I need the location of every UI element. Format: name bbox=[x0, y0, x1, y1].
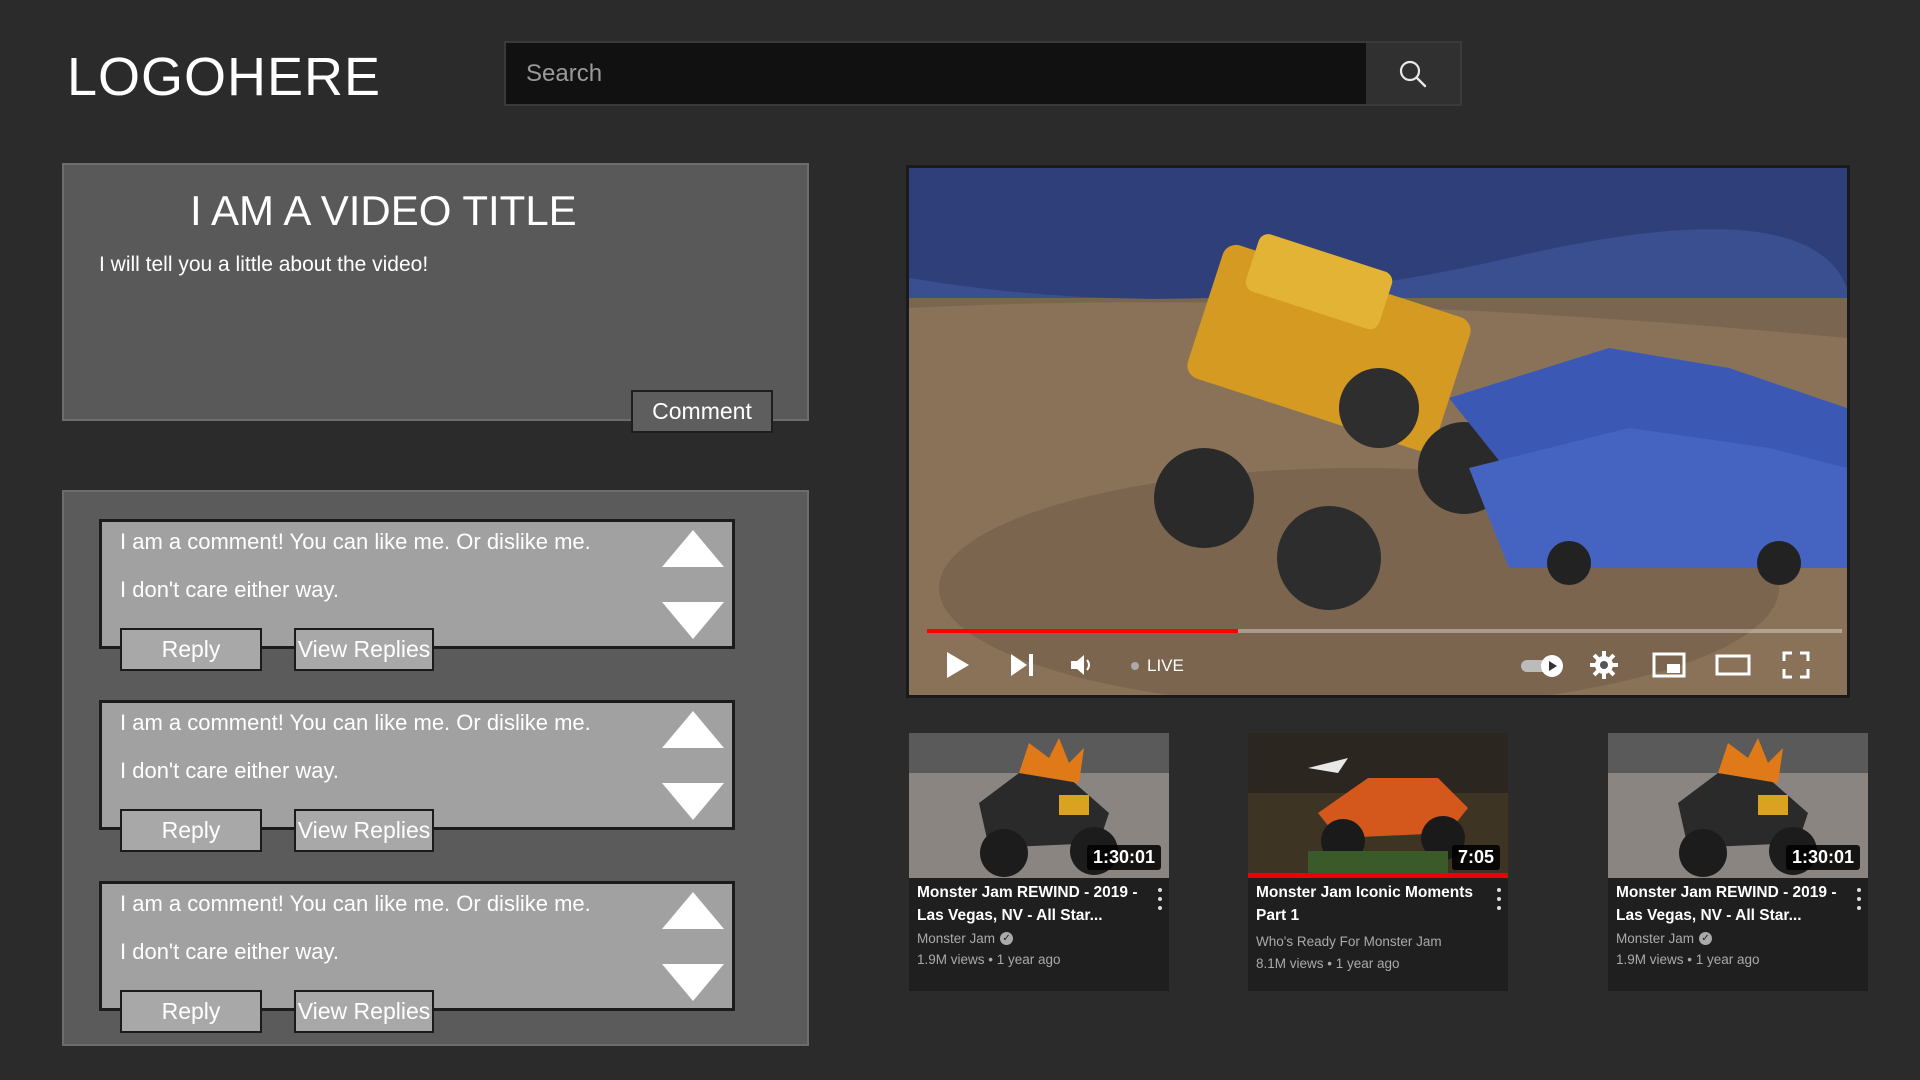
verified-badge-icon: ✓ bbox=[1699, 932, 1713, 945]
downvote-arrow-icon[interactable] bbox=[662, 783, 724, 820]
video-title: I AM A VIDEO TITLE bbox=[190, 187, 577, 234]
live-indicator[interactable]: LIVE bbox=[1131, 656, 1184, 676]
miniplayer-icon[interactable] bbox=[1652, 650, 1686, 680]
video-info-panel: I AM A VIDEO TITLE I will tell you a lit… bbox=[62, 163, 809, 433]
comment-text-line2: I don't care either way. bbox=[120, 939, 340, 964]
live-dot-icon bbox=[1131, 662, 1139, 670]
play-icon[interactable] bbox=[945, 650, 971, 680]
video-description: I will tell you a little about the video… bbox=[99, 253, 429, 276]
reply-button[interactable]: Reply bbox=[120, 809, 262, 852]
reply-button[interactable]: Reply bbox=[120, 990, 262, 1033]
downvote-arrow-icon[interactable] bbox=[662, 602, 724, 639]
comment-card: I am a comment! You can like me. Or disl… bbox=[99, 881, 735, 1033]
next-icon[interactable] bbox=[1009, 650, 1035, 680]
search-button[interactable] bbox=[1366, 43, 1460, 104]
view-replies-button[interactable]: View Replies bbox=[294, 809, 434, 852]
upvote-arrow-icon[interactable] bbox=[662, 530, 724, 567]
view-replies-button[interactable]: View Replies bbox=[294, 990, 434, 1033]
channel-label: Who's Ready For Monster Jam bbox=[1256, 934, 1442, 949]
video-duration: 7:05 bbox=[1451, 845, 1500, 870]
settings-icon[interactable] bbox=[1589, 650, 1619, 680]
upvote-arrow-icon[interactable] bbox=[662, 892, 724, 929]
video-thumbnail[interactable]: 7:05 bbox=[1248, 733, 1508, 878]
search-bar bbox=[504, 41, 1462, 106]
more-options-icon[interactable] bbox=[1854, 888, 1864, 910]
search-icon bbox=[1399, 60, 1427, 87]
comments-panel: I am a comment! You can like me. Or disl… bbox=[62, 490, 809, 1046]
comment-text-line2: I don't care either way. bbox=[120, 577, 340, 602]
recommended-video-title[interactable]: Monster Jam REWIND - 2019 - Las Vegas, N… bbox=[917, 881, 1142, 927]
video-duration: 1:30:01 bbox=[1086, 845, 1161, 870]
recommended-video-title[interactable]: Monster Jam REWIND - 2019 - Las Vegas, N… bbox=[1616, 881, 1841, 927]
fullscreen-icon[interactable] bbox=[1781, 650, 1811, 680]
comment-text-line1: I am a comment! You can like me. Or disl… bbox=[120, 710, 591, 735]
search-input[interactable] bbox=[506, 43, 1366, 104]
more-options-icon[interactable] bbox=[1155, 888, 1165, 910]
volume-icon[interactable] bbox=[1069, 650, 1095, 680]
comment-text-line1: I am a comment! You can like me. Or disl… bbox=[120, 891, 591, 916]
comment-card: I am a comment! You can like me. Or disl… bbox=[99, 700, 735, 852]
comment-text-line2: I don't care either way. bbox=[120, 758, 340, 783]
video-frame bbox=[909, 168, 1847, 695]
recommended-video-title[interactable]: Monster Jam Iconic Moments Part 1 bbox=[1256, 881, 1481, 927]
reply-button[interactable]: Reply bbox=[120, 628, 262, 671]
watched-progress-bar bbox=[1248, 873, 1508, 878]
channel-label: Monster Jam bbox=[917, 931, 996, 946]
live-label: LIVE bbox=[1147, 656, 1184, 675]
view-replies-button[interactable]: View Replies bbox=[294, 628, 434, 671]
video-player[interactable]: LIVE bbox=[906, 165, 1850, 698]
channel-name[interactable]: Who's Ready For Monster Jam bbox=[1256, 934, 1442, 949]
recommended-video-card[interactable]: 7:05 Monster Jam Iconic Moments Part 1 W… bbox=[1248, 733, 1508, 991]
downvote-arrow-icon[interactable] bbox=[662, 964, 724, 1001]
recommended-video-card[interactable]: 1:30:01 Monster Jam REWIND - 2019 - Las … bbox=[909, 733, 1169, 991]
autoplay-toggle-icon[interactable] bbox=[1519, 652, 1567, 680]
channel-name[interactable]: Monster Jam ✓ bbox=[917, 931, 1014, 946]
video-thumbnail[interactable]: 1:30:01 bbox=[1608, 733, 1868, 878]
video-meta: 1.9M views • 1 year ago bbox=[1616, 952, 1760, 967]
channel-name[interactable]: Monster Jam ✓ bbox=[1616, 931, 1713, 946]
video-duration: 1:30:01 bbox=[1785, 845, 1860, 870]
progress-fill bbox=[927, 629, 1239, 633]
player-controls: LIVE bbox=[909, 638, 1847, 695]
comment-text-line1: I am a comment! You can like me. Or disl… bbox=[120, 529, 591, 554]
logo[interactable]: LOGOHERE bbox=[67, 46, 381, 108]
recommended-video-card[interactable]: 1:30:01 Monster Jam REWIND - 2019 - Las … bbox=[1608, 733, 1868, 991]
comment-card: I am a comment! You can like me. Or disl… bbox=[99, 519, 735, 671]
comment-button[interactable]: Comment bbox=[631, 390, 773, 433]
theater-icon[interactable] bbox=[1715, 650, 1751, 680]
more-options-icon[interactable] bbox=[1494, 888, 1504, 910]
channel-label: Monster Jam bbox=[1616, 931, 1695, 946]
progress-bar[interactable] bbox=[927, 629, 1842, 633]
video-meta: 1.9M views • 1 year ago bbox=[917, 952, 1061, 967]
video-meta: 8.1M views • 1 year ago bbox=[1256, 956, 1400, 971]
verified-badge-icon: ✓ bbox=[1000, 932, 1014, 945]
upvote-arrow-icon[interactable] bbox=[662, 711, 724, 748]
video-thumbnail[interactable]: 1:30:01 bbox=[909, 733, 1169, 878]
